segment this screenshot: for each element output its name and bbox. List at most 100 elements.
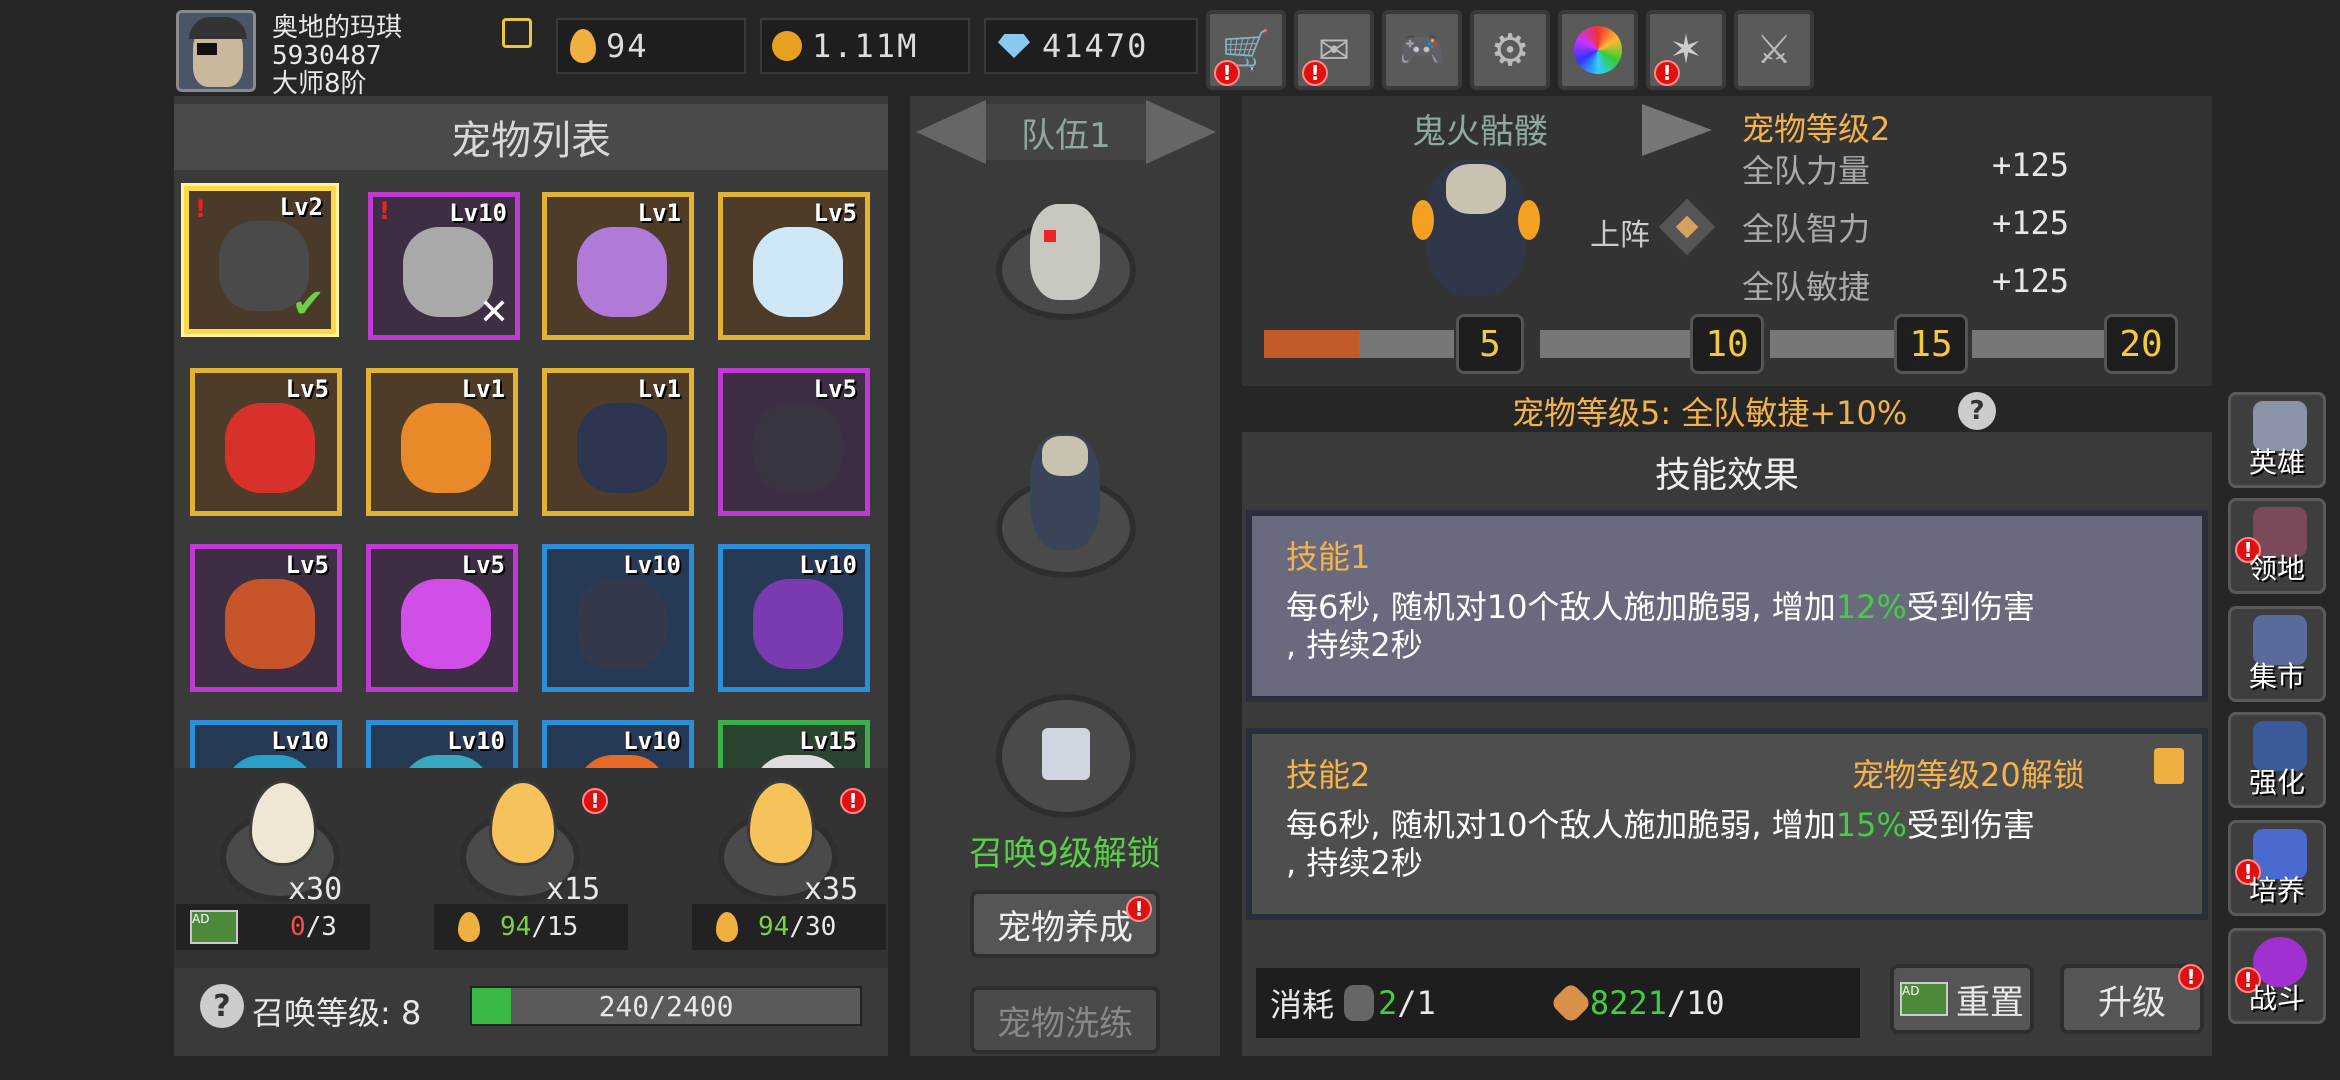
egg-summon-1[interactable]: x30 [200,780,360,920]
nav-label: 集市 [2248,660,2305,693]
egg-cost-have: 94 [500,912,532,942]
egg-resource: 94 [556,18,746,74]
mail-button[interactable]: ✉ ! [1294,10,1374,90]
pet-slot[interactable]: Lv5 [718,192,870,340]
player-rank: 大师8阶 [272,69,367,99]
pet-slot[interactable]: Lv10 ! ✕ [368,192,520,340]
pet-sprite [401,755,491,768]
egg-cost-have: 94 [758,912,790,942]
color-wheel-button[interactable] [1558,10,1638,90]
egg-summon-3[interactable]: ! x35 [716,780,886,920]
pet-slot[interactable]: Lv10 [190,720,342,768]
pet-sprite [225,579,315,669]
golden-egg-icon [747,780,815,866]
egg-count: x15 [546,872,601,907]
player-avatar[interactable] [176,10,256,92]
pet-list-title: 宠物列表 [174,104,888,170]
stat-row: 全队智力 +125 [1742,204,2162,262]
egg-count: x30 [288,872,343,907]
reset-button[interactable]: AD 重置 [1890,964,2034,1034]
help-icon[interactable]: ? [200,984,244,1028]
nav-battle[interactable]: ! 战斗 [2228,928,2326,1024]
stat-label: 全队智力 [1742,210,1871,248]
pet-sprite [753,403,843,493]
pet-sprite [577,403,667,493]
shop-cart-button[interactable]: 🛒 ! [1206,10,1286,90]
pet-slot[interactable]: Lv5 [366,544,518,692]
stat-value: +125 [1992,204,2070,242]
pet-wash-button[interactable]: 宠物洗练 [970,986,1160,1054]
unlock-hint: 召唤9级解锁 [969,834,1161,874]
pet-level: Lv5 [285,551,329,579]
stat-value: +125 [1992,262,2070,300]
milestone-10: 10 [1690,314,1764,374]
nav-label: 战斗 [2248,982,2305,1015]
settings-button[interactable]: ⚙ [1470,10,1550,90]
pet-slot[interactable]: Lv15 [718,720,870,768]
pet-slot[interactable]: Lv10 [542,720,694,768]
pet-slot[interactable]: Lv5 [718,368,870,516]
pet-sprite [225,403,315,493]
battle-settings-button[interactable]: ⚔ [1734,10,1814,90]
skill-desc-text: 每6秒, 随机对10个敌人施加脆弱, 增加 [1286,806,1836,844]
deploy-label: 上阵 [1590,218,1650,253]
edit-icon[interactable] [502,18,532,48]
alert-badge: ! [2178,964,2204,990]
pet-slot[interactable]: Lv1 [366,368,518,516]
egg-currency-icon [570,29,596,63]
gold-count: 1.11M [812,27,919,65]
pet-slot[interactable]: Lv5 [190,368,342,516]
skill-desc-text: , 持续2秒 [1286,626,1423,664]
pet-slot[interactable]: Lv2 ! ✔ [184,186,336,334]
team-slot-1[interactable] [996,190,1136,320]
egg-cost-1: AD 0 /3 [176,904,370,950]
pet-level: Lv10 [623,551,681,579]
nav-market[interactable]: 集市 [2228,606,2326,702]
pet-eye [1044,230,1056,242]
golden-egg-icon [489,780,557,866]
pet-slot[interactable]: Lv5 [190,544,342,692]
pet-skull [1042,436,1088,476]
skill-card-1: 技能1 每6秒, 随机对10个敌人施加脆弱, 增加12%受到伤害 , 持续2秒 [1246,510,2208,702]
pet-level: Lv10 [271,727,329,755]
nav-cultivate[interactable]: ! 培养 [2228,820,2326,916]
effects-button[interactable]: ✶ ! [1646,10,1726,90]
pet-slot[interactable]: Lv10 [542,544,694,692]
bone-icon [1549,981,1593,1025]
pet-level: Lv5 [461,551,505,579]
pet-slot[interactable]: Lv10 [366,720,518,768]
nav-hero[interactable]: 英雄 [2228,392,2326,488]
pet-level-title: 宠物等级2 [1742,110,1891,148]
alert-badge: ! [1126,896,1152,922]
team-slot-2[interactable] [996,430,1136,580]
nav-enhance[interactable]: 强化 [2228,712,2326,808]
team-slot-locked [996,694,1136,824]
player-id: 5930487 [272,41,382,71]
pet-slot[interactable]: Lv1 [542,368,694,516]
egg-summon-2[interactable]: ! x15 [458,780,628,920]
stat-list: 全队力量 +125 全队智力 +125 全队敏捷 +125 [1742,146,2162,320]
milestone-segment [1972,330,2106,358]
egg-count: x35 [804,872,859,907]
nav-label: 培养 [2248,874,2305,907]
skill-desc-text: 受到伤害 [1906,806,2035,844]
pet-slot[interactable]: Lv10 [718,544,870,692]
gear-icon: ⚙ [1490,24,1530,76]
level-bonus-text: 宠物等级5: 全队敏捷+10% [1512,394,1908,432]
nav-label: 领地 [2248,552,2305,585]
egg-cost-have: 0 [290,912,306,942]
deployed-check-icon: ✔ [291,281,325,327]
summon-progress-bar: 240/2400 [470,986,862,1026]
pet-level: Lv2 [279,193,323,221]
ad-video-icon: AD [1900,982,1948,1016]
summon-progress-text: 240/2400 [598,989,734,1023]
skill-desc-text: , 持续2秒 [1286,844,1423,882]
nav-territory[interactable]: ! 领地 [2228,498,2326,594]
pet-sprite [225,755,315,768]
milestone-fill [1264,330,1359,358]
help-icon[interactable]: ? [1958,392,1996,430]
pet-slot[interactable]: Lv1 [542,192,694,340]
pet-shard-icon [1344,985,1375,1021]
gamepad-button[interactable]: 🎮 [1382,10,1462,90]
skill-name: 技能2 [1286,756,1371,794]
